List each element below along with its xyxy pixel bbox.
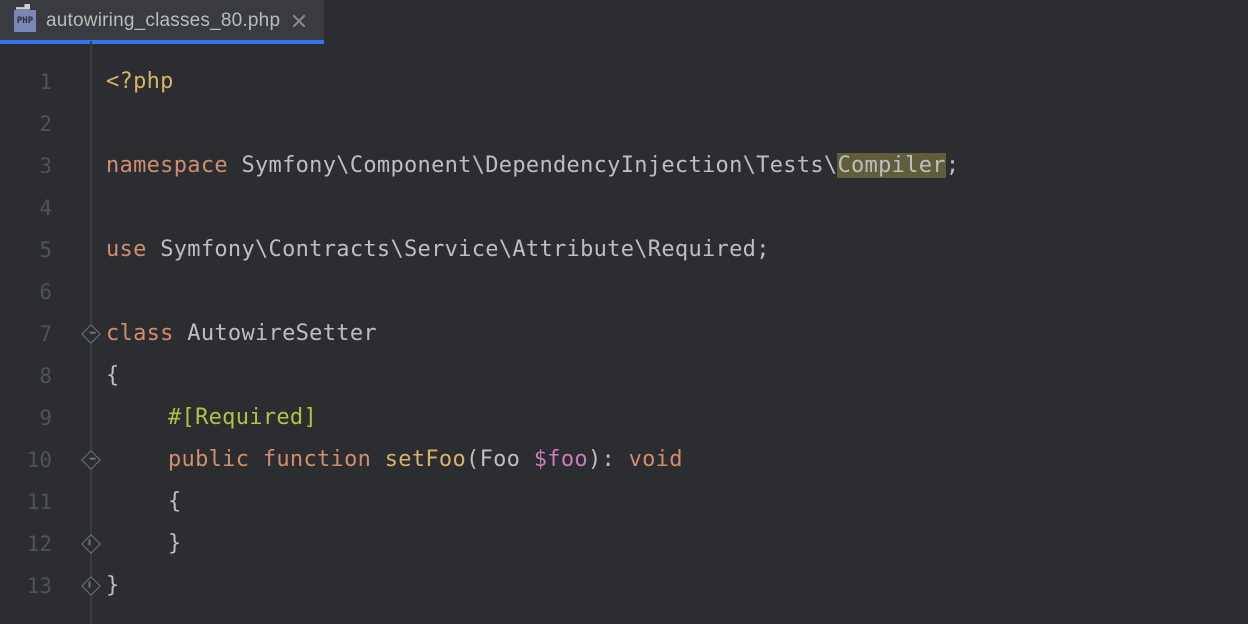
- code-line: [106, 103, 959, 145]
- line-number: 12: [0, 523, 52, 565]
- line-number: 7: [0, 313, 52, 355]
- code-line: {: [106, 481, 959, 523]
- code-line: <?php: [106, 61, 959, 103]
- code-line: {: [106, 355, 959, 397]
- fold-open-icon[interactable]: [81, 324, 101, 344]
- code-line: class AutowireSetter: [106, 313, 959, 355]
- tab-filename: autowiring_classes_80.php: [46, 10, 280, 32]
- line-number: 5: [0, 229, 52, 271]
- close-icon[interactable]: [290, 12, 308, 30]
- line-number: 4: [0, 187, 52, 229]
- line-number: 11: [0, 481, 52, 523]
- line-number: 10: [0, 439, 52, 481]
- line-number: 13: [0, 565, 52, 607]
- php-file-icon: PHP: [14, 10, 36, 32]
- line-number: 1: [0, 61, 52, 103]
- line-number: 3: [0, 145, 52, 187]
- code-line: public function setFoo(Foo $foo): void: [106, 439, 959, 481]
- line-number: 9: [0, 397, 52, 439]
- fold-close-icon[interactable]: [81, 576, 101, 596]
- code-line: }: [106, 523, 959, 565]
- code-area[interactable]: <?php namespace Symfony\Component\Depend…: [106, 41, 959, 624]
- code-line: }: [106, 565, 959, 607]
- code-editor[interactable]: 1 2 3 4 5 6 7 8 9 10 11 12 13 <?php name…: [0, 41, 1248, 624]
- fold-open-icon[interactable]: [81, 450, 101, 470]
- line-number: 8: [0, 355, 52, 397]
- editor-tab[interactable]: PHP autowiring_classes_80.php: [0, 0, 324, 41]
- code-line: [106, 271, 959, 313]
- line-number: 6: [0, 271, 52, 313]
- line-number: 2: [0, 103, 52, 145]
- fold-gutter: [82, 41, 106, 624]
- code-line: #[Required]: [106, 397, 959, 439]
- code-line: namespace Symfony\Component\DependencyIn…: [106, 145, 959, 187]
- code-line: use Symfony\Contracts\Service\Attribute\…: [106, 229, 959, 271]
- fold-close-icon[interactable]: [81, 534, 101, 554]
- tab-bar: PHP autowiring_classes_80.php: [0, 0, 1248, 41]
- line-number-gutter: 1 2 3 4 5 6 7 8 9 10 11 12 13: [0, 41, 82, 624]
- code-line: [106, 187, 959, 229]
